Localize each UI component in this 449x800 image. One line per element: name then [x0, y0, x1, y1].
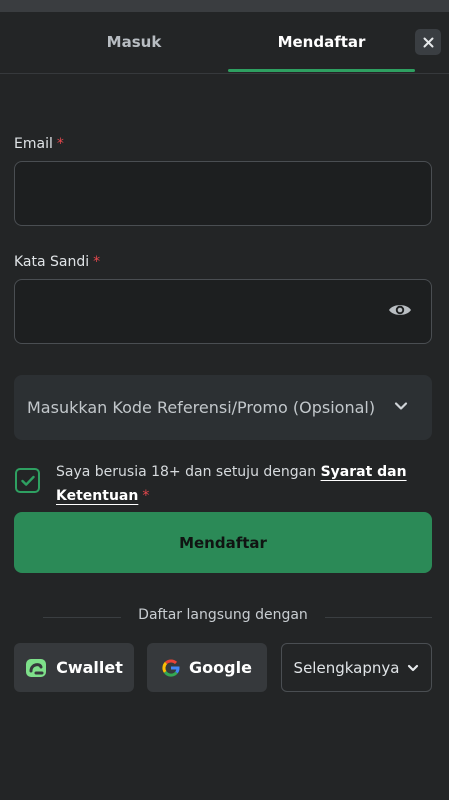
divider-left — [43, 617, 121, 618]
google-button[interactable]: Google — [147, 643, 267, 692]
required-mark: * — [93, 254, 101, 270]
close-button[interactable] — [415, 29, 441, 55]
email-label: Email * — [14, 136, 64, 152]
consent-label: Saya berusia 18+ dan setuju dengan — [56, 464, 317, 480]
password-label-text: Kata Sandi — [14, 254, 90, 270]
promo-code-toggle[interactable]: Masukkan Kode Referensi/Promo (Opsional) — [14, 375, 432, 440]
password-label: Kata Sandi * — [14, 254, 100, 270]
email-label-text: Email — [14, 136, 53, 152]
tab-login[interactable]: Masuk — [40, 12, 228, 72]
chevron-down-icon — [408, 664, 419, 671]
chevron-down-icon — [394, 402, 408, 410]
close-icon — [423, 37, 433, 47]
auth-tabs: Masuk Mendaftar — [0, 12, 449, 74]
divider-right — [325, 617, 432, 618]
active-tab-indicator — [228, 69, 415, 72]
cwallet-button[interactable]: Cwallet — [14, 643, 134, 692]
consent-text: Saya berusia 18+ dan setuju dengan Syara… — [56, 460, 426, 508]
social-divider-text: Daftar langsung dengan — [138, 607, 308, 623]
email-field[interactable] — [14, 161, 432, 226]
top-strip — [0, 0, 449, 12]
register-submit-button[interactable]: Mendaftar — [14, 512, 432, 573]
cwallet-logo-icon — [26, 658, 47, 677]
password-field[interactable] — [14, 279, 432, 344]
eye-icon[interactable] — [387, 300, 413, 320]
consent-checkbox[interactable] — [15, 468, 40, 493]
google-logo-icon — [162, 659, 180, 677]
more-label: Selengkapnya — [293, 658, 400, 677]
check-icon — [20, 475, 35, 486]
required-mark: * — [142, 488, 150, 504]
promo-code-label: Masukkan Kode Referensi/Promo (Opsional) — [27, 398, 376, 417]
required-mark: * — [56, 136, 64, 152]
cwallet-label: Cwallet — [56, 658, 123, 677]
tab-register[interactable]: Mendaftar — [228, 12, 415, 72]
google-label: Google — [189, 658, 252, 677]
more-options-button[interactable]: Selengkapnya — [281, 643, 432, 692]
